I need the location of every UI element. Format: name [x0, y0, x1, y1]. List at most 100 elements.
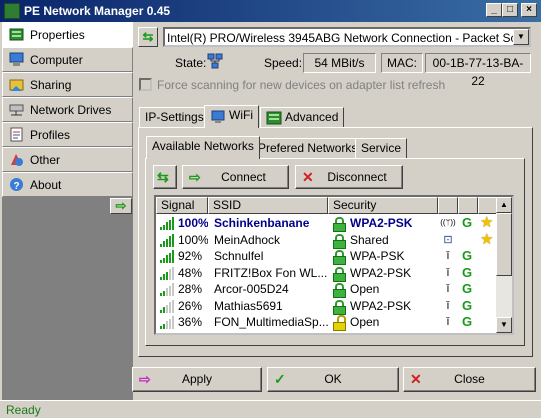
scroll-thumb[interactable] — [496, 213, 512, 276]
sidebar-item-computer[interactable]: Computer — [2, 47, 133, 72]
apply-label: Apply — [181, 372, 213, 386]
force-scan-label: Force scanning for new devices on adapte… — [157, 78, 446, 92]
tab-advanced[interactable]: Advanced — [260, 107, 345, 128]
column-header-security[interactable]: Security — [328, 197, 438, 214]
close-window-button[interactable]: × — [521, 3, 537, 17]
refresh-adapters-button[interactable]: ⇆ — [138, 27, 158, 47]
tab-label: Advanced — [285, 110, 339, 124]
sidebar-item-label: Other — [30, 153, 61, 167]
table-row[interactable]: 28% Arcor-005D24 Open ǐ G — [156, 281, 502, 298]
sidebar-item-sharing[interactable]: Sharing — [2, 72, 133, 97]
g-band-icon: G — [461, 248, 473, 263]
ssid-cell: FON_MultimediaSp... — [214, 315, 328, 329]
disconnect-button[interactable]: ✕ Disconnect — [295, 165, 403, 189]
signal-cell: 92% — [178, 249, 203, 263]
table-row[interactable]: 100% MeinAdhock Shared ⊡ ★ — [156, 232, 502, 249]
network-state-icon — [207, 53, 223, 69]
signal-strength-icon — [160, 217, 174, 230]
sidebar-item-label: Properties — [30, 28, 85, 42]
star-icon: ★ — [480, 214, 494, 231]
other-icon — [9, 152, 24, 167]
table-row[interactable]: 92% Schnulfel WPA-PSK ǐ G — [156, 248, 502, 265]
connect-label: Connect — [221, 170, 266, 184]
tab-ip-settings[interactable]: IP-Settings — [139, 107, 210, 128]
column-header-ssid[interactable]: SSID — [208, 197, 328, 214]
table-row[interactable]: 48% FRITZ!Box Fon WL... WPA2-PSK ǐ G — [156, 265, 502, 282]
adhoc-icon: ⊡ — [443, 233, 453, 246]
column-header-type[interactable] — [438, 197, 458, 214]
signal-strength-icon — [160, 266, 174, 280]
ok-button[interactable]: ✓ OK — [267, 367, 399, 392]
sidebar: Properties Computer Sharing Network Driv… — [2, 22, 133, 400]
list-header: Signal SSID Security — [156, 197, 502, 214]
unlock-icon — [333, 315, 346, 331]
apply-button[interactable]: ⇨ Apply — [132, 367, 262, 392]
wifi-icon — [210, 108, 226, 124]
tab-available-networks[interactable]: Available Networks — [146, 136, 260, 159]
tab-prefered-networks[interactable]: Prefered Networks — [252, 138, 364, 159]
scroll-down-icon[interactable]: ▼ — [496, 317, 512, 333]
tab-label: Service — [361, 141, 402, 155]
force-scan-checkbox[interactable] — [139, 78, 152, 91]
signal-cell: 26% — [178, 298, 203, 313]
sidebar-item-other[interactable]: Other — [2, 147, 133, 172]
connect-button[interactable]: ⇨ Connect — [182, 165, 289, 189]
mac-value: 00-1B-77-13-BA-22 — [425, 53, 531, 88]
properties-icon — [9, 27, 24, 42]
tab-label: IP-Settings — [145, 110, 204, 124]
ssid-cell: Mathias5691 — [214, 298, 283, 313]
sidebar-item-network-drives[interactable]: Network Drives — [2, 97, 133, 122]
signal-strength-icon — [160, 299, 174, 313]
chevron-down-icon[interactable]: ▼ — [513, 29, 529, 45]
collapse-arrow-icon[interactable]: ⇨ — [110, 198, 132, 214]
close-button[interactable]: ✕ Close — [403, 367, 536, 392]
maximize-button[interactable]: □ — [502, 3, 518, 17]
minimize-button[interactable]: _ — [486, 3, 502, 17]
sidebar-item-label: Computer — [30, 53, 83, 67]
tab-label: Available Networks — [152, 139, 254, 153]
lock-icon — [333, 217, 346, 232]
sidebar-item-label: Network Drives — [30, 103, 112, 117]
table-row[interactable]: 100% Schinkenbanane WPA2-PSK ((ᛘ)) G ★ — [156, 215, 502, 232]
column-header-signal[interactable]: Signal — [156, 197, 208, 214]
signal-strength-icon — [160, 283, 174, 296]
ssid-cell: Schinkenbanane — [214, 216, 310, 230]
lock-icon — [333, 299, 346, 315]
advanced-icon — [266, 110, 282, 126]
antenna-icon: ǐ — [446, 316, 450, 328]
sidebar-item-about[interactable]: ? About — [2, 172, 133, 197]
tab-label: Prefered Networks — [258, 141, 358, 155]
lock-icon — [333, 283, 346, 298]
antenna-icon: ǐ — [446, 299, 450, 312]
tab-label: WiFi — [229, 108, 253, 122]
adapter-select[interactable]: Intel(R) PRO/Wireless 3945ABG Network Co… — [163, 27, 531, 47]
column-header-band[interactable] — [458, 197, 478, 214]
tab-wifi[interactable]: WiFi — [204, 105, 259, 128]
network-list[interactable]: Signal SSID Security 100% Schinkenbanane W… — [154, 195, 514, 335]
scroll-up-icon[interactable]: ▲ — [496, 197, 512, 213]
sidebar-item-label: Profiles — [30, 128, 71, 142]
status-text: Ready — [6, 403, 41, 417]
connected-antenna-icon: ((ᛘ)) — [440, 218, 456, 227]
signal-cell: 100% — [178, 216, 208, 230]
signal-cell: 36% — [178, 315, 203, 329]
sidebar-item-properties[interactable]: Properties — [2, 22, 133, 47]
ssid-cell: MeinAdhock — [214, 232, 281, 247]
sharing-icon — [9, 77, 24, 92]
computer-icon — [9, 52, 24, 67]
table-row[interactable]: 26% Mathias5691 WPA2-PSK ǐ G — [156, 298, 502, 315]
status-bar: Ready — [0, 400, 541, 418]
antenna-icon: ǐ — [446, 250, 450, 262]
profiles-icon — [9, 127, 24, 142]
sidebar-item-profiles[interactable]: Profiles — [2, 122, 133, 147]
table-row[interactable]: 36% FON_MultimediaSp... Open ǐ G — [156, 314, 502, 331]
signal-strength-icon — [160, 316, 174, 329]
refresh-networks-button[interactable]: ⇆ — [153, 165, 177, 189]
lock-icon — [333, 250, 346, 265]
vertical-scrollbar[interactable]: ▲ ▼ — [496, 197, 512, 333]
g-band-icon: G — [461, 281, 473, 296]
speed-value: 54 MBit/s — [303, 53, 376, 73]
g-band-icon: G — [461, 297, 473, 313]
tab-service[interactable]: Service — [355, 138, 408, 159]
security-cell: WPA-PSK — [350, 249, 405, 263]
